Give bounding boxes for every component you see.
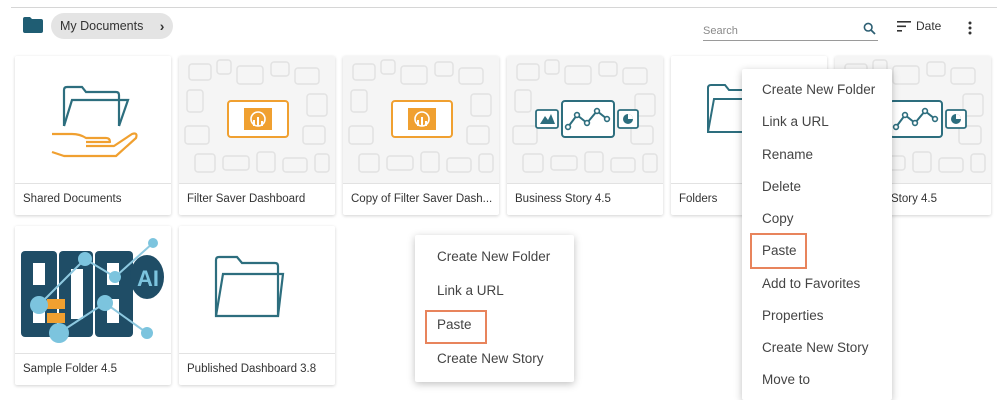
card-title: Shared Documents (15, 183, 171, 215)
pattern-shape (478, 153, 494, 173)
pattern-shape (642, 153, 658, 173)
pattern-shape (584, 151, 604, 173)
menu-item-link-a-url[interactable]: Link a URL (437, 283, 504, 298)
pattern-shape (512, 125, 538, 145)
menu-item-rename[interactable]: Rename (762, 147, 813, 162)
pattern-shape (938, 157, 964, 173)
menu-item-copy[interactable]: Copy (762, 211, 794, 226)
pattern-shape (270, 61, 290, 77)
menu-item-link-a-url[interactable]: Link a URL (762, 114, 829, 129)
pattern-shape (256, 151, 276, 173)
breadcrumb-label: My Documents (60, 19, 144, 33)
pattern-shape (352, 63, 376, 81)
pattern-shape (184, 125, 210, 145)
pattern-shape (522, 153, 544, 173)
pattern-shape (564, 65, 592, 85)
dashboard-icon (391, 100, 453, 138)
paste-highlight-box (425, 310, 487, 344)
dashboard-icon (227, 100, 289, 138)
pattern-shape (306, 93, 328, 117)
pattern-shape (350, 89, 368, 113)
pattern-shape (380, 59, 396, 75)
pattern-shape (434, 61, 454, 77)
pattern-shape (194, 153, 216, 173)
pattern-shape (458, 67, 484, 85)
pattern-shape (348, 125, 374, 145)
pattern-shape (420, 151, 440, 173)
pattern-shape (186, 89, 204, 113)
card-thumbnail (15, 56, 171, 183)
pattern-shape (282, 157, 308, 173)
story-icon (535, 100, 639, 138)
folder-icon (23, 17, 43, 33)
search-box[interactable] (703, 19, 878, 41)
card-shared-documents[interactable]: Shared Documents (15, 56, 171, 215)
pattern-shape (236, 65, 264, 85)
more-options-icon[interactable] (966, 21, 974, 35)
pattern-shape (302, 125, 326, 145)
pattern-shape (358, 153, 380, 173)
menu-item-delete[interactable]: Delete (762, 179, 801, 194)
card-thumbnail (179, 226, 335, 353)
pattern-shape (622, 67, 648, 85)
pattern-shape (950, 67, 976, 85)
card-published-dashboard[interactable]: Published Dashboard 3.8 (179, 226, 335, 385)
pattern-shape (544, 59, 560, 75)
card-thumbnail (179, 56, 335, 183)
menu-item-add-to-favorites[interactable]: Add to Favorites (762, 276, 860, 291)
pattern-shape (216, 59, 232, 75)
pattern-shape (598, 61, 618, 77)
menu-item-create-new-folder[interactable]: Create New Folder (762, 82, 875, 97)
space-context-menu: Create New Folder Link a URL Paste Creat… (415, 235, 574, 382)
card-sample-folder[interactable]: AI Sample Folder 4.5 (15, 226, 171, 385)
pattern-shape (926, 61, 946, 77)
sort-icon (897, 21, 911, 32)
pattern-shape (294, 67, 320, 85)
pattern-shape (550, 155, 578, 171)
card-thumbnail (343, 56, 499, 183)
breadcrumb-my-documents[interactable]: My Documents › (51, 13, 174, 39)
menu-item-create-new-folder[interactable]: Create New Folder (437, 249, 550, 264)
pattern-shape (188, 63, 212, 81)
card-thumbnail (507, 56, 663, 183)
card-copy-of-filter-saver-dashboard[interactable]: Copy of Filter Saver Dash... (343, 56, 499, 215)
search-icon[interactable] (863, 22, 876, 35)
search-input[interactable] (703, 19, 853, 39)
menu-item-move-to[interactable]: Move to (762, 372, 810, 387)
pattern-shape (892, 65, 920, 85)
pattern-shape (222, 155, 250, 171)
pattern-shape (446, 157, 472, 173)
shared-folder-icon (51, 85, 138, 158)
bdb-ai-logo: AI (21, 238, 164, 343)
chevron-right-icon: › (159, 18, 165, 34)
card-title: Published Dashboard 3.8 (179, 353, 335, 385)
menu-item-properties[interactable]: Properties (762, 308, 824, 323)
pattern-shape (516, 63, 540, 81)
pattern-shape (970, 153, 986, 173)
card-filter-saver-dashboard[interactable]: Filter Saver Dashboard (179, 56, 335, 215)
pattern-shape (314, 153, 330, 173)
menu-item-create-new-story[interactable]: Create New Story (437, 351, 544, 366)
card-title: Business Story 4.5 (507, 183, 663, 215)
card-title: Sample Folder 4.5 (15, 353, 171, 385)
menu-item-create-new-story[interactable]: Create New Story (762, 340, 869, 355)
pattern-shape (912, 151, 932, 173)
sort-label: Date (916, 19, 942, 33)
logo-text: AI (137, 266, 159, 291)
folder-icon (214, 255, 285, 318)
pattern-shape (470, 93, 492, 117)
card-title: Filter Saver Dashboard (179, 183, 335, 215)
card-business-story[interactable]: Business Story 4.5 (507, 56, 663, 215)
top-divider (11, 7, 997, 8)
pattern-shape (400, 65, 428, 85)
pattern-shape (466, 125, 490, 145)
card-title: Copy of Filter Saver Dash... (343, 183, 499, 215)
card-thumbnail: AI (15, 226, 171, 353)
pattern-shape (386, 155, 414, 171)
pattern-shape (610, 157, 636, 173)
pattern-shape (514, 89, 532, 113)
paste-highlight-box (750, 233, 807, 269)
